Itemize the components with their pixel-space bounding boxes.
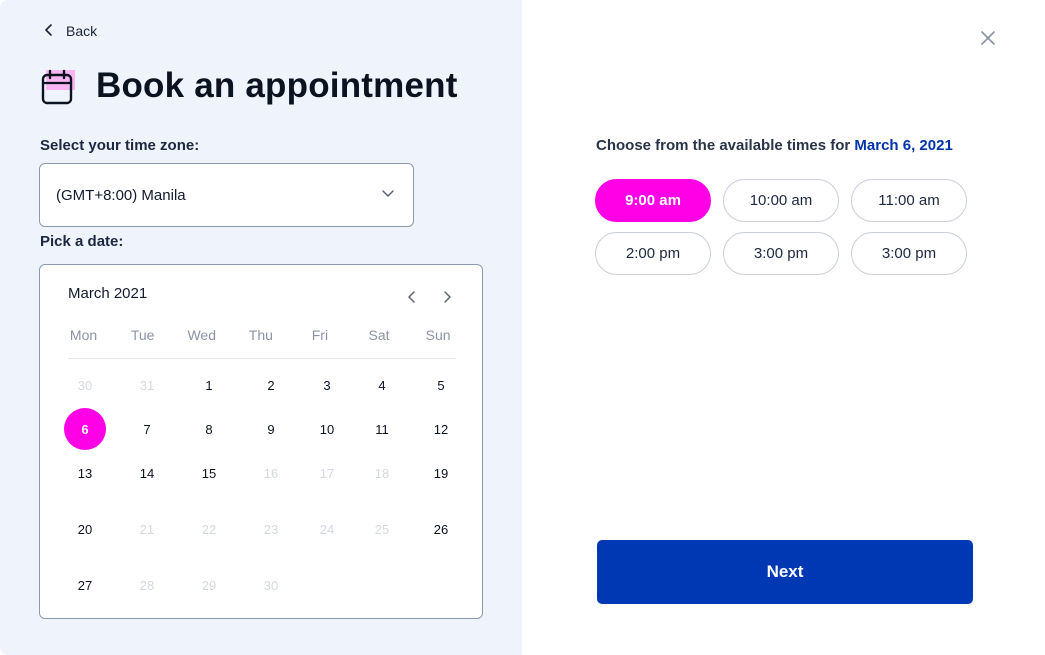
times-heading-prefix: Choose from the available times for (596, 137, 851, 154)
calendar-day[interactable]: 13 (64, 452, 106, 494)
date-label: Pick a date: (40, 233, 124, 250)
calendar-day[interactable]: 20 (64, 508, 106, 550)
time-slot-selected[interactable]: 9:00 am (595, 179, 711, 222)
calendar-day[interactable]: 8 (188, 408, 230, 450)
timezone-value: (GMT+8:00) Manila (56, 186, 186, 204)
calendar-day[interactable]: 10 (306, 408, 348, 450)
calendar-day[interactable]: 2 (250, 364, 292, 406)
calendar-day: 18 (374, 465, 390, 481)
chevron-down-icon (381, 186, 395, 204)
date-calendar: March 2021 Mon Tue Wed Thu Fri Sat Sun 30 31 1 2 3… (39, 264, 483, 619)
left-panel: Back Book an appointment Select your tim… (0, 0, 522, 655)
calendar-day[interactable]: 4 (361, 364, 403, 406)
close-button[interactable] (978, 28, 998, 48)
weekday-label: Tue (130, 327, 155, 343)
calendar-day: 22 (201, 521, 217, 537)
weekday-label: Thu (248, 327, 273, 343)
calendar-day: 31 (139, 377, 155, 393)
time-slot[interactable]: 3:00 pm (723, 232, 839, 275)
calendar-day: 29 (201, 577, 217, 593)
page-title: Book an appointment (96, 66, 458, 105)
title-row: Book an appointment (40, 66, 458, 106)
next-button[interactable]: Next (597, 540, 973, 604)
booking-modal: Back Book an appointment Select your tim… (0, 0, 1045, 655)
time-slot[interactable]: 2:00 pm (595, 232, 711, 275)
back-button[interactable]: Back (42, 21, 97, 41)
calendar-day[interactable]: 15 (188, 452, 230, 494)
weekday-label: Fri (311, 327, 329, 343)
back-label: Back (66, 23, 98, 39)
calendar-icon (40, 66, 76, 106)
calendar-day[interactable]: 12 (420, 408, 462, 450)
calendar-day[interactable]: 9 (250, 408, 292, 450)
weekday-header: Mon Tue Wed Thu Fri Sat Sun (54, 327, 468, 343)
calendar-day[interactable]: 19 (420, 452, 462, 494)
times-heading-date: March 6, 2021 (854, 137, 953, 154)
calendar-day[interactable]: 3 (306, 364, 348, 406)
chevron-left-icon (408, 291, 415, 303)
calendar-day: 16 (263, 465, 279, 481)
calendar-day: 23 (263, 521, 279, 537)
calendar-day[interactable]: 26 (420, 508, 462, 550)
calendar-day[interactable]: 7 (126, 408, 168, 450)
time-slot[interactable]: 3:00 pm (851, 232, 967, 275)
time-slot[interactable]: 11:00 am (851, 179, 967, 222)
calendar-month-label: March 2021 (68, 285, 148, 302)
weekday-divider (68, 358, 455, 359)
calendar-day: 24 (319, 521, 335, 537)
calendar-day-selected[interactable]: 6 (64, 408, 106, 450)
next-month-button[interactable] (437, 287, 457, 307)
weekday-label: Wed (187, 327, 216, 343)
calendar-day[interactable]: 5 (420, 364, 462, 406)
calendar-day: 21 (139, 521, 155, 537)
timezone-select[interactable]: (GMT+8:00) Manila (39, 163, 414, 227)
close-icon (981, 31, 995, 45)
calendar-day[interactable]: 14 (126, 452, 168, 494)
calendar-day: 17 (319, 465, 335, 481)
calendar-day: 30 (263, 577, 279, 593)
chevron-right-icon (444, 291, 451, 303)
calendar-day[interactable]: 11 (361, 408, 403, 450)
weekday-label: Sat (368, 327, 390, 343)
calendar-day[interactable]: 27 (64, 564, 106, 606)
calendar-day: 28 (139, 577, 155, 593)
timezone-label: Select your time zone: (40, 137, 200, 154)
weekday-label: Sun (425, 327, 451, 343)
calendar-day[interactable]: 1 (188, 364, 230, 406)
weekday-label: Mon (69, 327, 98, 343)
chevron-left-icon (42, 23, 56, 40)
calendar-day: 30 (77, 377, 93, 393)
previous-month-button[interactable] (402, 287, 422, 307)
calendar-day: 25 (374, 521, 390, 537)
times-heading: Choose from the available times for Marc… (596, 137, 953, 154)
time-slot[interactable]: 10:00 am (723, 179, 839, 222)
